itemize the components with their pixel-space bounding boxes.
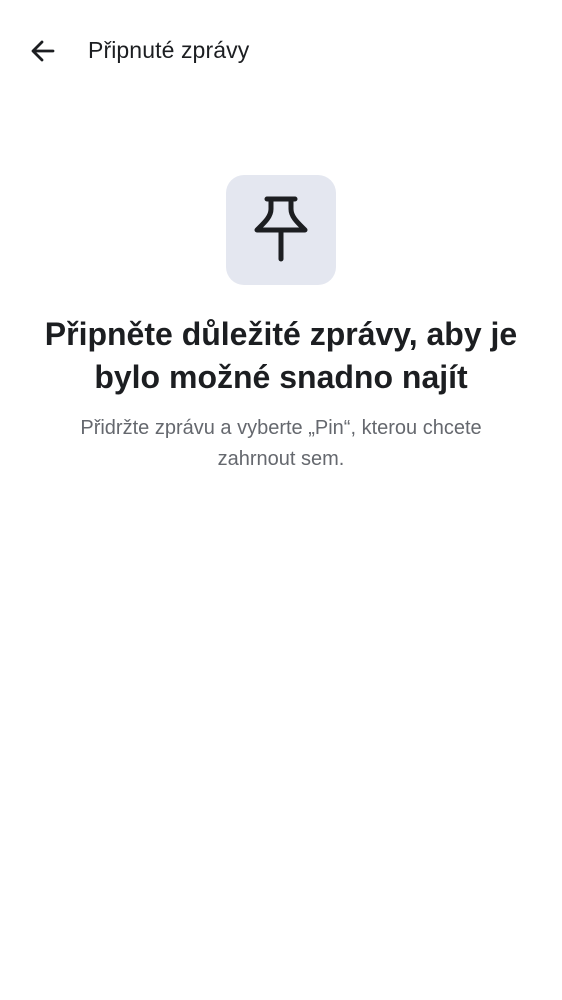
empty-state-headline: Připněte důležité zprávy, aby je bylo mo… (44, 316, 518, 395)
empty-state: Připněte důležité zprávy, aby je bylo mo… (0, 175, 562, 475)
pin-icon (254, 196, 308, 262)
page-title: Připnuté zprávy (88, 37, 250, 63)
empty-state-description: Přidržte zprávu a vyberte „Pin“, kterou … (80, 417, 482, 470)
app-bar: Připnuté zprávy (0, 0, 562, 100)
pin-icon-tile (226, 175, 336, 285)
back-button[interactable] (22, 30, 64, 72)
arrow-left-icon (31, 40, 55, 62)
